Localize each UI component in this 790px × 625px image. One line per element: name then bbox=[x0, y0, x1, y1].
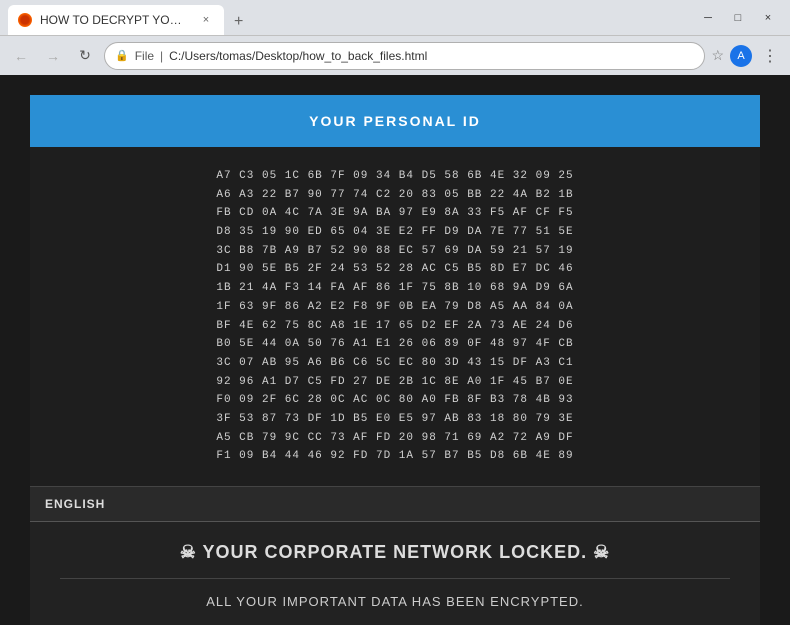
main-content: ☠ YOUR CORPORATE NETWORK LOCKED. ☠ ALL Y… bbox=[30, 521, 760, 625]
new-tab-button[interactable]: + bbox=[228, 9, 249, 35]
language-label: ENGLISH bbox=[45, 497, 105, 511]
address-input[interactable]: 🔒 File | C:/Users/tomas/Desktop/how_to_b… bbox=[104, 42, 705, 70]
window-controls: ─ □ × bbox=[694, 4, 782, 32]
back-button[interactable]: ← bbox=[8, 43, 34, 69]
divider bbox=[60, 578, 730, 579]
address-bar: ← → ↻ 🔒 File | C:/Users/tomas/Desktop/ho… bbox=[0, 35, 790, 75]
tab-close-button[interactable]: × bbox=[198, 12, 214, 28]
tab-title: HOW TO DECRYPT YOUR FILES bbox=[40, 13, 190, 27]
minimize-button[interactable]: ─ bbox=[694, 4, 722, 32]
encrypted-text: ALL YOUR IMPORTANT DATA HAS BEEN ENCRYPT… bbox=[60, 594, 730, 609]
refresh-button[interactable]: ↻ bbox=[72, 43, 98, 69]
profile-icon[interactable]: A bbox=[730, 45, 752, 67]
protocol-icon: 🔒 bbox=[115, 49, 129, 62]
tab-area: HOW TO DECRYPT YOUR FILES × + bbox=[8, 0, 690, 35]
language-section: ENGLISH bbox=[30, 486, 760, 521]
maximize-button[interactable]: □ bbox=[724, 4, 752, 32]
tab-favicon bbox=[18, 13, 32, 27]
hex-code-area: A7 C3 05 1C 6B 7F 09 34 B4 D5 58 6B 4E 3… bbox=[30, 147, 760, 486]
network-locked-title: ☠ YOUR CORPORATE NETWORK LOCKED. ☠ bbox=[60, 542, 730, 563]
browser-menu-icon[interactable]: ⋮ bbox=[758, 42, 782, 70]
browser-window: HOW TO DECRYPT YOUR FILES × + ─ □ × ← → … bbox=[0, 0, 790, 625]
address-text: C:/Users/tomas/Desktop/how_to_back_files… bbox=[169, 49, 694, 63]
personal-id-section: YOUR PERSONAL ID bbox=[30, 95, 760, 147]
close-button[interactable]: × bbox=[754, 4, 782, 32]
hex-code: A7 C3 05 1C 6B 7F 09 34 B4 D5 58 6B 4E 3… bbox=[60, 167, 730, 466]
page-content: YOUR PERSONAL ID A7 C3 05 1C 6B 7F 09 34… bbox=[0, 75, 790, 625]
active-tab[interactable]: HOW TO DECRYPT YOUR FILES × bbox=[8, 5, 224, 35]
forward-button[interactable]: → bbox=[40, 43, 66, 69]
title-bar: HOW TO DECRYPT YOUR FILES × + ─ □ × bbox=[0, 0, 790, 35]
personal-id-title: YOUR PERSONAL ID bbox=[48, 113, 742, 129]
protocol-label: File bbox=[135, 49, 154, 63]
bookmark-icon[interactable]: ☆ bbox=[711, 47, 724, 64]
